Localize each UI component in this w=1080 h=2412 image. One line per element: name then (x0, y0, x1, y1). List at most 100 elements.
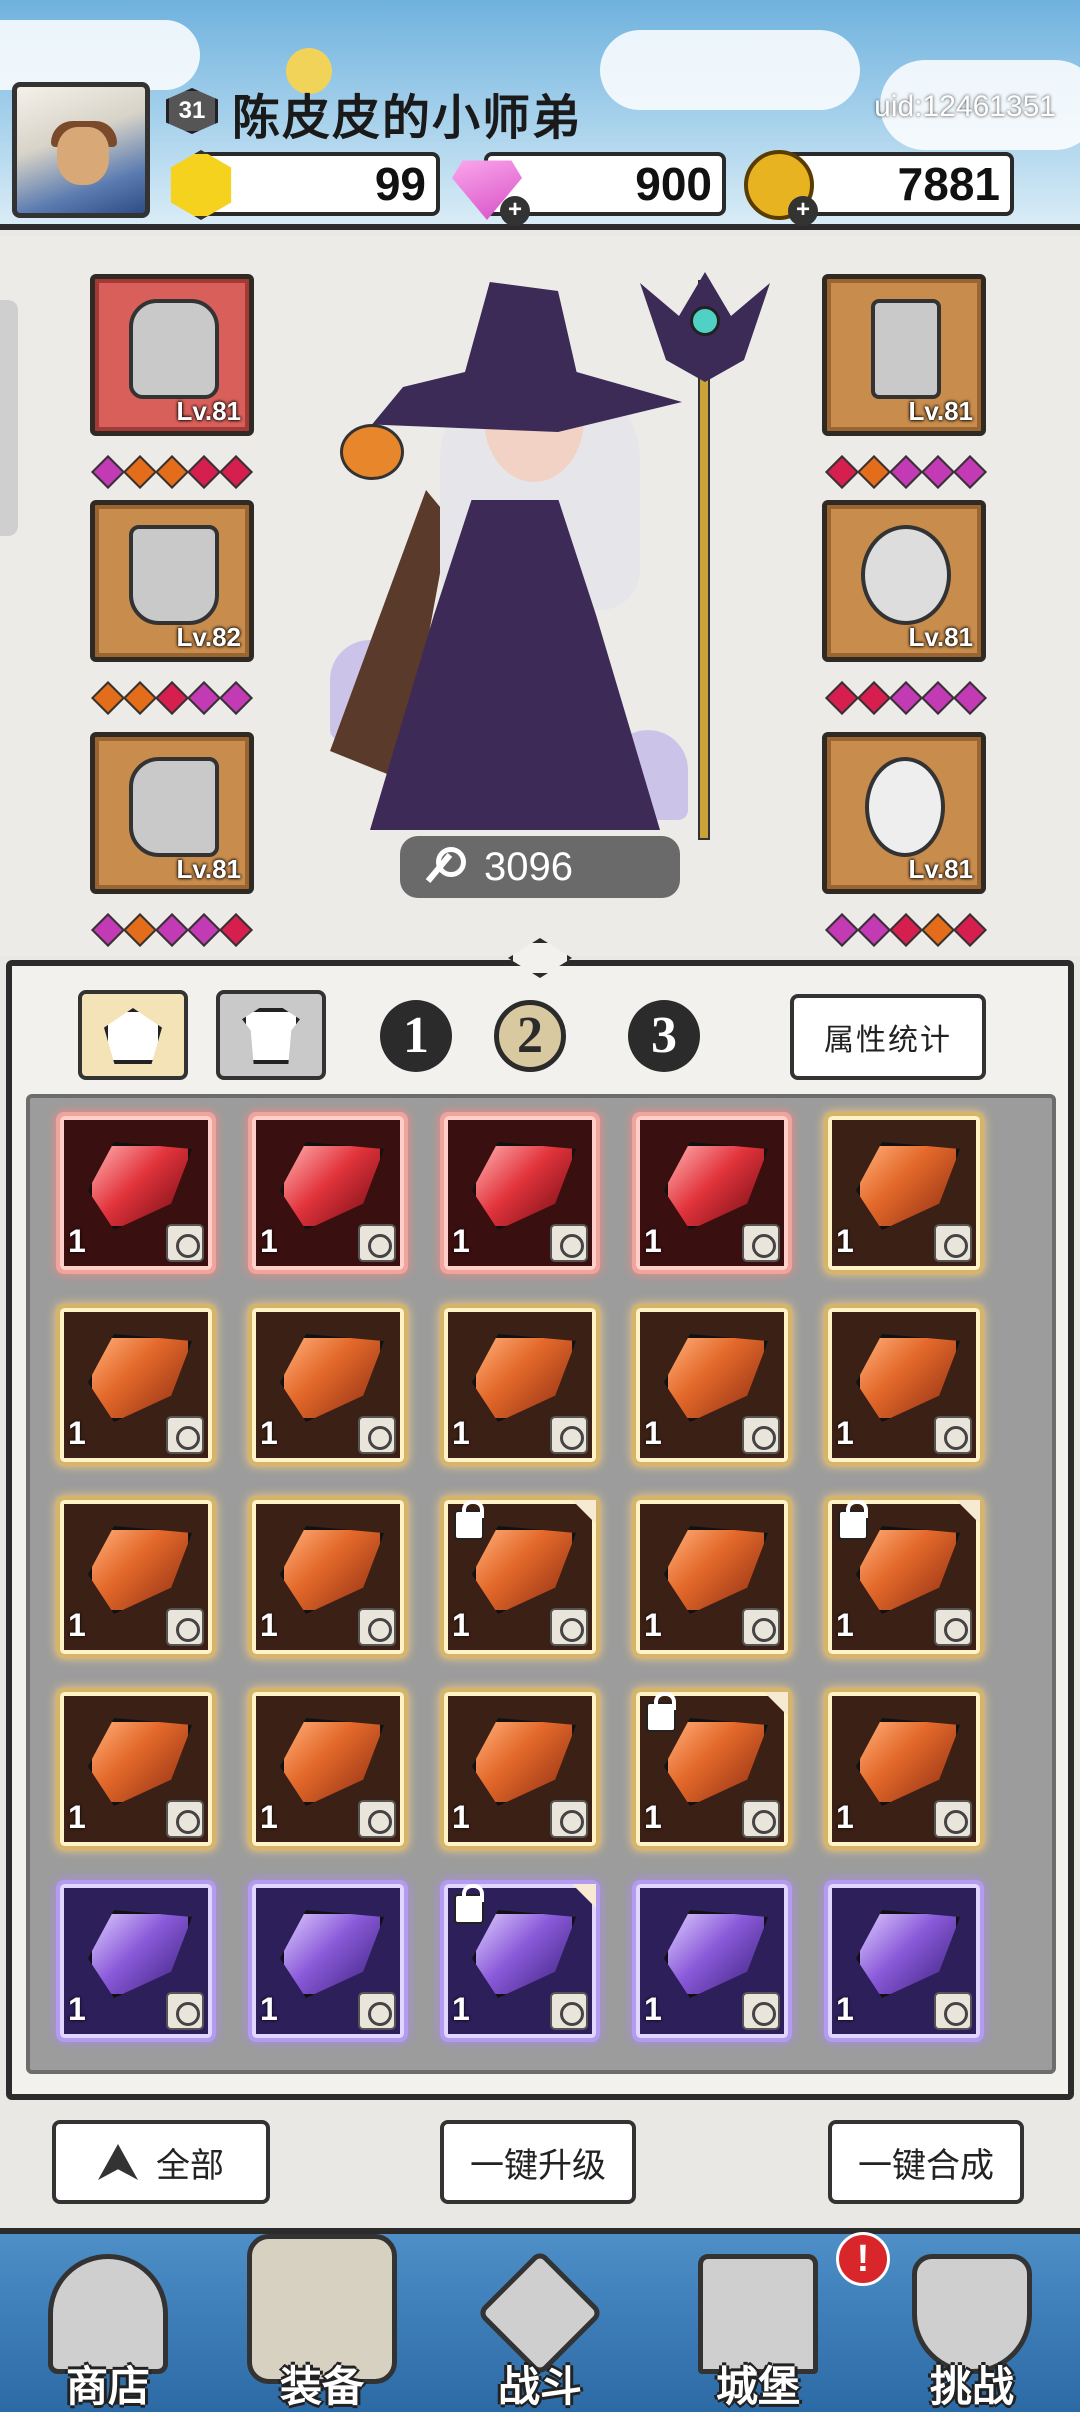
nav-challenge[interactable]: 挑战 (872, 2238, 1072, 2412)
inventory-gem-cell[interactable]: 1 (56, 1688, 216, 1850)
lock-icon[interactable] (454, 1884, 484, 1924)
inventory-gem-cell[interactable]: 1 (248, 1496, 408, 1658)
tab-equipment[interactable] (216, 990, 326, 1080)
equip-slot-necklace[interactable]: Lv.81 (822, 732, 986, 894)
equip-slot-boots[interactable]: Lv.81 (90, 732, 254, 894)
crystal-icon (856, 1910, 960, 1998)
inventory-gem-cell[interactable]: 1 (632, 1880, 792, 2042)
lock-icon[interactable] (454, 1500, 484, 1540)
inventory-gem-cell[interactable]: 1 (824, 1112, 984, 1274)
nav-equipment[interactable]: 装备 (222, 2234, 422, 2412)
crystal-icon (472, 1142, 576, 1230)
inventory-gem-cell[interactable]: 1 (248, 1112, 408, 1274)
gem-quantity: 1 (836, 1991, 854, 2027)
equip-slot-helmet[interactable]: Lv.81 (90, 274, 254, 436)
inventory-gem-cell[interactable]: 1 (632, 1496, 792, 1658)
equip-type-icon (358, 1416, 396, 1454)
necklace-icon (865, 757, 945, 857)
add-coin-button[interactable]: + (788, 196, 818, 226)
equip-type-icon (550, 1800, 588, 1838)
crystal-icon (664, 1526, 768, 1614)
tab-gems[interactable] (78, 990, 188, 1080)
inventory-gem-cell[interactable]: 1 (824, 1496, 984, 1658)
inventory-gem-cell[interactable]: 1 (440, 1304, 600, 1466)
inventory-gem-cell[interactable]: 1 (56, 1112, 216, 1274)
filter-all-button[interactable]: 全部 (52, 2120, 270, 2204)
crystal-icon (472, 1910, 576, 1998)
new-corner-marker (572, 1884, 596, 1908)
nav-label: 城堡 (715, 2362, 800, 2411)
filter-label: 全部 (156, 2145, 224, 2186)
equip-type-icon (358, 1608, 396, 1646)
gem-quantity: 1 (260, 1415, 278, 1451)
add-diamond-button[interactable]: + (500, 196, 530, 226)
gem-quantity: 1 (644, 1991, 662, 2027)
equip-slot-ring[interactable]: Lv.81 (822, 500, 986, 662)
page-1-button[interactable]: 1 (380, 1000, 452, 1072)
equip-type-icon (550, 1992, 588, 2030)
crystal-icon (472, 1526, 576, 1614)
inventory-gem-cell[interactable]: 1 (824, 1304, 984, 1466)
inventory-gem-cell[interactable]: 1 (440, 1880, 600, 2042)
gem-quantity: 1 (260, 1991, 278, 2027)
shirt-tab-icon (242, 1008, 300, 1064)
crystal-icon (664, 1142, 768, 1230)
inventory-gem-cell[interactable]: 1 (440, 1112, 600, 1274)
equip-slot-weapon[interactable]: Lv.81 (822, 274, 986, 436)
one-click-merge-button[interactable]: 一键合成 (828, 2120, 1024, 2204)
rune-stars (91, 681, 253, 715)
page-3-button[interactable]: 3 (628, 1000, 700, 1072)
nav-shop[interactable]: 商店 (8, 2238, 208, 2412)
castle-alert-badge: ! (836, 2232, 890, 2286)
inventory-gem-cell[interactable]: 1 (248, 1880, 408, 2042)
nav-battle[interactable]: 战斗 (440, 2238, 640, 2412)
equip-type-icon (934, 1992, 972, 2030)
lock-icon[interactable] (838, 1500, 868, 1540)
crystal-icon (88, 1142, 192, 1230)
gem-quantity: 1 (68, 1415, 86, 1451)
equip-type-icon (934, 1416, 972, 1454)
attribute-stats-button[interactable]: 属性统计 (790, 994, 986, 1080)
inventory-gem-cell[interactable]: 1 (632, 1304, 792, 1466)
inventory-gem-cell[interactable]: 1 (632, 1112, 792, 1274)
gold-counter: 99 (196, 152, 440, 216)
equip-type-icon (166, 1224, 204, 1262)
inventory-gem-cell[interactable]: 1 (248, 1304, 408, 1466)
equip-type-icon (934, 1800, 972, 1838)
slot-level: Lv.81 (176, 854, 241, 884)
inventory-gem-cell[interactable]: 1 (56, 1304, 216, 1466)
inventory-gem-cell[interactable]: 1 (56, 1880, 216, 2042)
lock-icon[interactable] (646, 1692, 676, 1732)
gem-quantity: 1 (260, 1607, 278, 1643)
side-drawer-tab[interactable] (0, 300, 18, 536)
crystal-icon (280, 1142, 384, 1230)
gem-quantity: 1 (68, 1991, 86, 2027)
crystal-icon (88, 1334, 192, 1422)
inventory-gem-cell[interactable]: 1 (248, 1688, 408, 1850)
crystal-icon (88, 1718, 192, 1806)
new-corner-marker (572, 1500, 596, 1524)
gem-tab-icon (104, 1008, 162, 1064)
slot-level: Lv.81 (908, 622, 973, 652)
inventory-gem-cell[interactable]: 1 (824, 1880, 984, 2042)
inventory-gem-cell[interactable]: 1 (440, 1496, 600, 1658)
inventory-gem-cell[interactable]: 1 (632, 1688, 792, 1850)
crystal-icon (280, 1910, 384, 1998)
player-avatar[interactable] (12, 82, 150, 218)
inventory-gem-cell[interactable]: 1 (440, 1688, 600, 1850)
one-click-upgrade-button[interactable]: 一键升级 (440, 2120, 636, 2204)
page-2-button[interactable]: 2 (494, 1000, 566, 1072)
equip-slot-cape[interactable]: Lv.82 (90, 500, 254, 662)
inventory-gem-cell[interactable]: 1 (824, 1688, 984, 1850)
bottom-nav: 商店 装备 战斗 城堡 挑战 (0, 2228, 1080, 2412)
diamond-value: 900 (635, 158, 712, 210)
slot-level: Lv.82 (176, 622, 241, 652)
filter-triangle-icon (98, 2144, 138, 2180)
gem-quantity: 1 (836, 1223, 854, 1259)
inventory-gem-cell[interactable]: 1 (56, 1496, 216, 1658)
nav-castle[interactable]: 城堡 (658, 2238, 858, 2412)
inventory-grid: 1 1 1 1 1 1 1 1 1 1 1 1 1 1 1 1 1 1 1 1 1 1 1 1 1 (26, 1094, 1056, 2074)
gem-quantity: 1 (836, 1607, 854, 1643)
rune-stars (91, 913, 253, 947)
crystal-icon (88, 1526, 192, 1614)
